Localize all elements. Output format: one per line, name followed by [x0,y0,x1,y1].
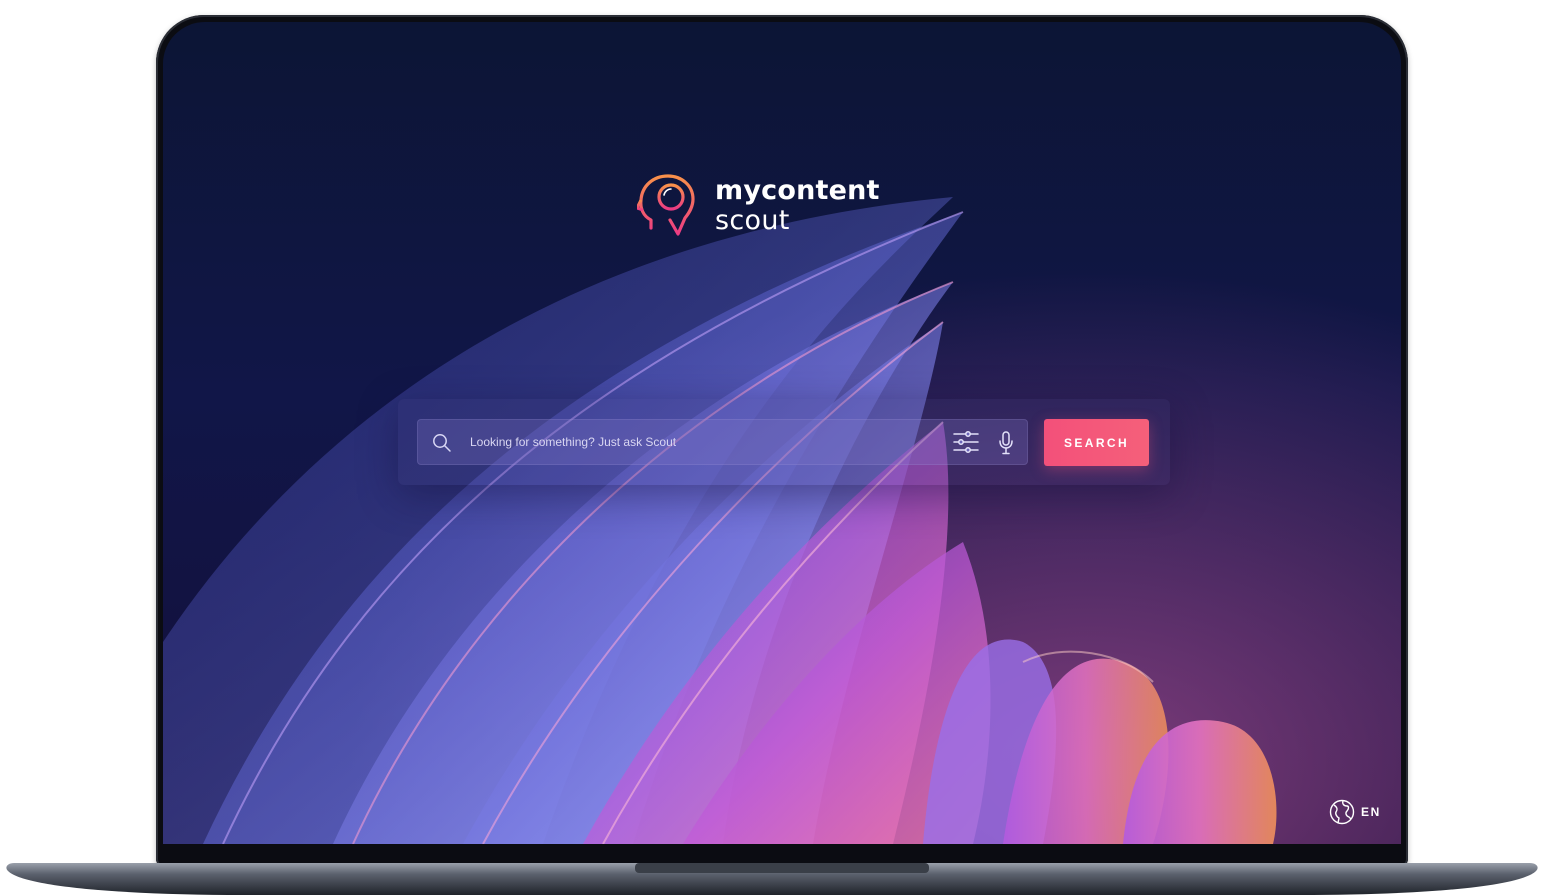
brand-name-line1: mycontent [715,174,880,206]
language-selector[interactable]: EN [1329,799,1381,825]
laptop-mockup: mycontent scout Looking for something? J… [0,0,1544,895]
search-box[interactable] [417,419,1028,465]
screen: mycontent scout Looking for something? J… [163,22,1401,844]
head-magnifier-logo-icon [637,174,695,236]
laptop-base [6,863,1538,895]
search-icon [433,434,451,452]
search-button[interactable]: SEARCH [1044,419,1149,466]
search-input[interactable] [470,420,940,464]
language-label: EN [1361,805,1381,819]
brand-name-line2: scout [715,204,790,236]
filter-sliders-icon[interactable] [953,430,979,454]
globe-icon [1329,799,1355,825]
microphone-icon[interactable] [998,431,1014,455]
brand-logo[interactable]: mycontent scout [637,170,880,240]
brand-name: mycontent scout [715,177,880,234]
